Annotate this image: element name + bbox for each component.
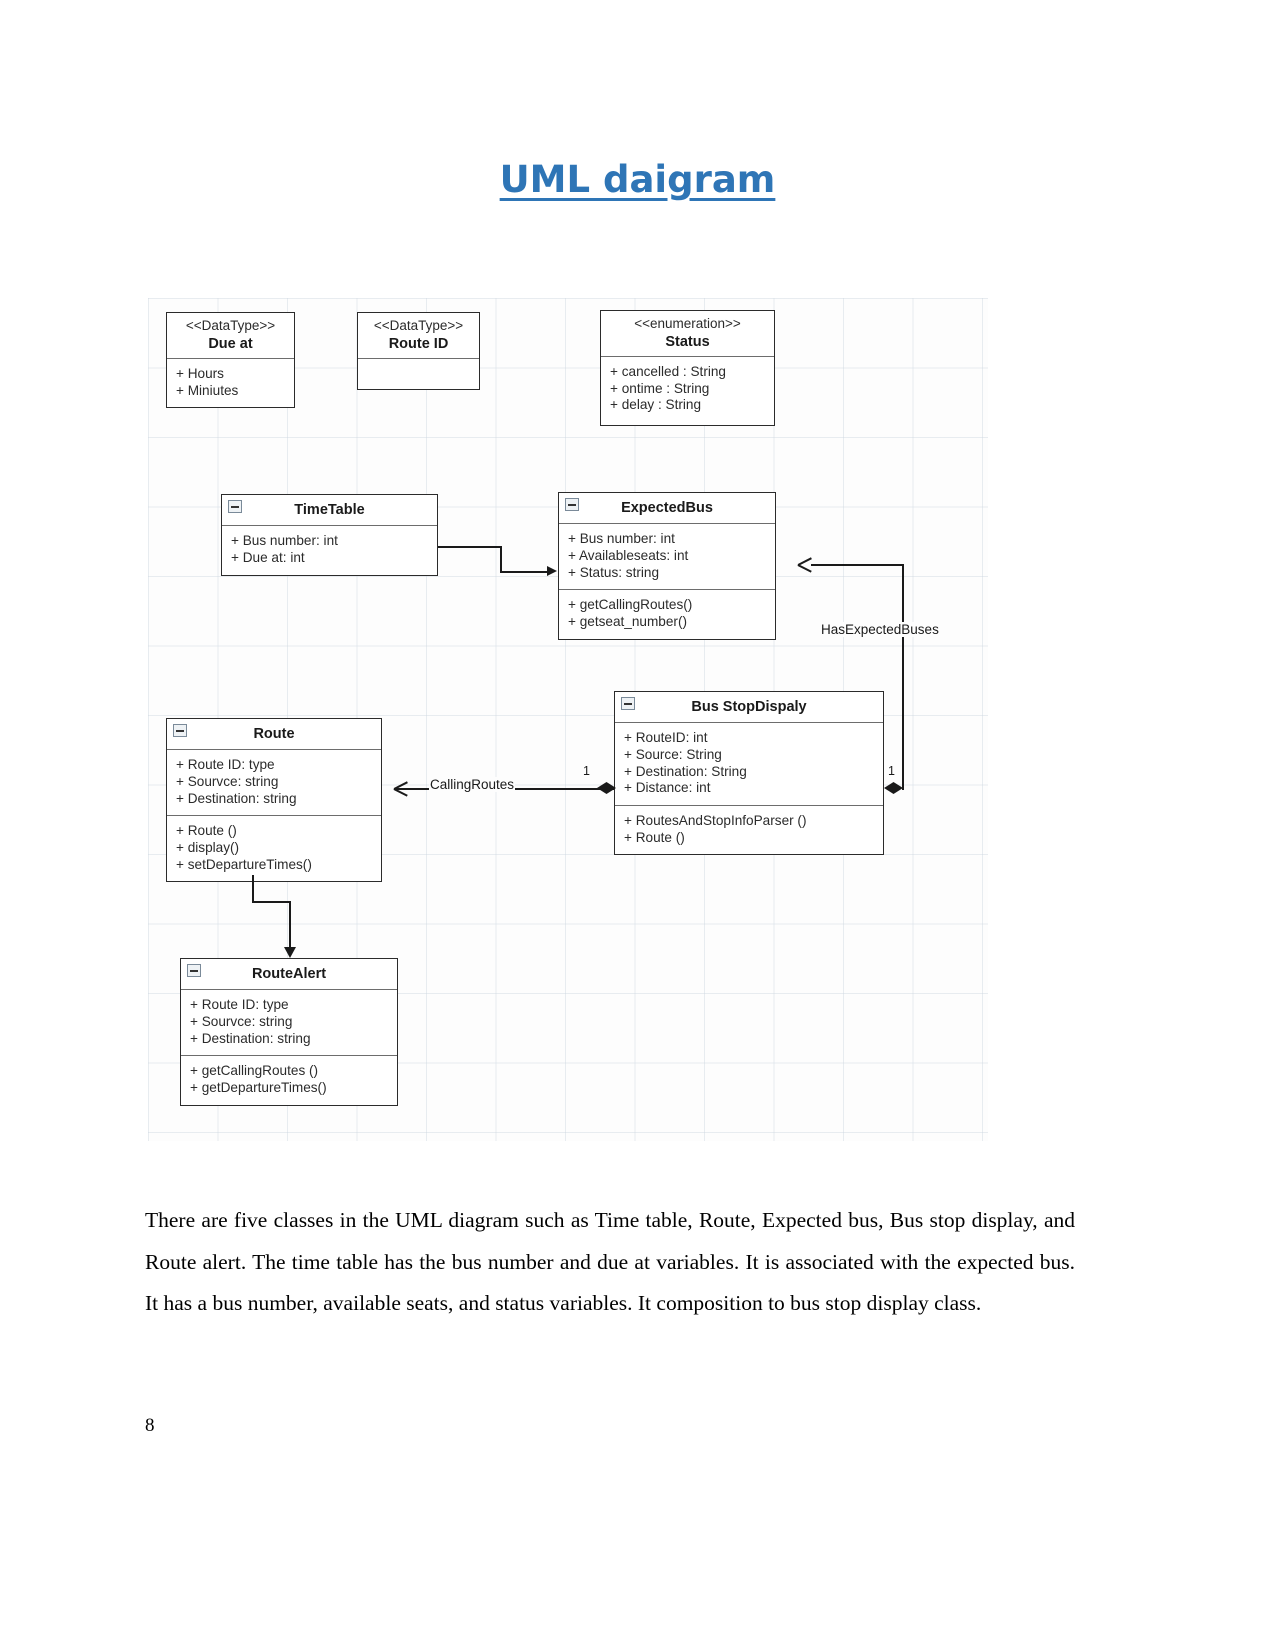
attribute-row: + RouteID: int	[624, 730, 708, 746]
class-attributes-due-at: + Hours + Miniutes	[167, 359, 294, 407]
attribute-row: + Bus number: int	[231, 533, 338, 549]
collapse-icon[interactable]	[228, 500, 242, 513]
class-name-route-id: Route ID	[388, 335, 449, 352]
attribute-row: + Due at: int	[231, 549, 305, 565]
method-row: + Route ()	[624, 829, 685, 845]
collapse-icon[interactable]	[565, 498, 579, 511]
relationship-multiplicity-callingroutes: 1	[583, 764, 590, 778]
class-methods-routealert: + getCallingRoutes () + getDepartureTime…	[181, 1055, 397, 1104]
class-box-expectedbus[interactable]: ExpectedBus + Bus number: int + Availabl…	[558, 492, 776, 640]
connector-hasexpectedbuses-h-bottom	[902, 788, 904, 790]
class-attributes-timetable: + Bus number: int + Due at: int	[222, 526, 437, 574]
class-header-routealert: RouteAlert	[181, 959, 397, 991]
class-attributes-busstopdispaly: + RouteID: int + Source: String + Destin…	[615, 723, 883, 805]
composition-diamond-hasexpectedbuses	[884, 782, 903, 794]
body-paragraph: There are five classes in the UML diagra…	[145, 1208, 1075, 1315]
method-row: + display()	[176, 840, 240, 855]
attribute-row: + delay : String	[610, 397, 702, 413]
attribute-row: + Sourvce: string	[176, 773, 279, 789]
class-box-status[interactable]: <<enumeration>> Status + cancelled : Str…	[600, 310, 775, 426]
method-row: + getDepartureTimes()	[190, 1080, 327, 1095]
page-title: UML daigram	[499, 158, 776, 201]
attribute-row: + Bus number: int	[568, 531, 675, 547]
attribute-row: + Destination: string	[176, 790, 297, 806]
method-row: + setDepartureTimes()	[176, 856, 312, 872]
class-box-routealert[interactable]: RouteAlert + Route ID: type + Sourvce: s…	[180, 958, 398, 1106]
attribute-row: + Route ID: type	[190, 997, 289, 1013]
method-row: + getCallingRoutes ()	[190, 1063, 319, 1079]
class-stereotype-status: <<enumeration>>	[634, 316, 741, 331]
class-name-routealert: RouteAlert	[251, 966, 327, 982]
class-name-route: Route	[253, 726, 295, 742]
relationship-multiplicity-hasexpectedbuses: 1	[888, 764, 895, 778]
connector-route-routealert-h	[252, 901, 290, 903]
class-attributes-route-id	[358, 359, 479, 389]
class-name-status: Status	[665, 333, 710, 350]
class-header-timetable: TimeTable	[222, 495, 437, 527]
collapse-icon[interactable]	[187, 964, 201, 977]
attribute-row: + Availableseats: int	[568, 547, 689, 563]
class-header-expectedbus: ExpectedBus	[559, 493, 775, 525]
class-attributes-expectedbus: + Bus number: int + Availableseats: int …	[559, 524, 775, 589]
method-row: + getseat_number()	[568, 614, 688, 629]
relationship-label-callingroutes: CallingRoutes	[429, 777, 516, 792]
attribute-row: + Distance: int	[624, 780, 711, 796]
arrowhead-to-routealert	[284, 947, 296, 958]
class-header-route-id: <<DataType>> Route ID	[358, 313, 479, 359]
class-methods-route: + Route () + display() + setDepartureTim…	[167, 815, 381, 881]
connector-route-routealert-v1	[252, 875, 254, 902]
method-row: + Route ()	[176, 823, 237, 839]
class-attributes-status: + cancelled : String + ontime : String +…	[601, 357, 774, 425]
class-box-timetable[interactable]: TimeTable + Bus number: int + Due at: in…	[221, 494, 438, 576]
relationship-label-hasexpectedbuses: HasExpectedBuses	[820, 622, 940, 637]
page-number: 8	[145, 1415, 155, 1436]
class-header-status: <<enumeration>> Status	[601, 311, 774, 357]
connector-hasexpectedbuses-v	[902, 564, 904, 788]
class-header-busstopdispaly: Bus StopDispaly	[615, 692, 883, 724]
uml-class-diagram: <<DataType>> Due at + Hours + Miniutes <…	[148, 298, 988, 1141]
attribute-row: + Miniutes	[176, 382, 239, 398]
attribute-row: + Destination: string	[190, 1030, 311, 1046]
attribute-row: + Source: String	[624, 746, 722, 762]
class-attributes-route: + Route ID: type + Sourvce: string + Des…	[167, 750, 381, 815]
attribute-row: + Sourvce: string	[190, 1013, 293, 1029]
attribute-row: + Status: string	[568, 564, 660, 580]
class-box-route[interactable]: Route + Route ID: type + Sourvce: string…	[166, 718, 382, 883]
class-name-due-at: Due at	[208, 335, 253, 352]
class-stereotype-due-at: <<DataType>>	[185, 318, 276, 333]
attribute-row: + ontime : String	[610, 380, 710, 396]
connector-timetable-expectedbus-h2	[500, 571, 548, 573]
arrowhead-to-expectedbus	[547, 566, 557, 576]
connector-hasexpectedbuses-h-top	[811, 564, 903, 566]
class-attributes-routealert: + Route ID: type + Sourvce: string + Des…	[181, 990, 397, 1055]
collapse-icon[interactable]	[173, 724, 187, 737]
class-box-busstopdispaly[interactable]: Bus StopDispaly + RouteID: int + Source:…	[614, 691, 884, 856]
attribute-row: + Route ID: type	[176, 757, 275, 773]
attribute-row: + Destination: String	[624, 763, 747, 779]
class-name-expectedbus: ExpectedBus	[621, 500, 713, 516]
class-box-due-at[interactable]: <<DataType>> Due at + Hours + Miniutes	[166, 312, 295, 409]
method-row: + getCallingRoutes()	[568, 597, 693, 613]
class-header-route: Route	[167, 719, 381, 751]
attribute-row: + Hours	[176, 366, 224, 381]
method-row: + RoutesAndStopInfoParser ()	[624, 813, 807, 828]
class-stereotype-route-id: <<DataType>>	[373, 318, 464, 333]
class-name-busstopdispaly: Bus StopDispaly	[691, 699, 807, 715]
class-methods-busstopdispaly: + RoutesAndStopInfoParser () + Route ()	[615, 805, 883, 854]
connector-timetable-expectedbus-h1	[438, 546, 501, 548]
document-page: UML daigram <<DataType>> Due at + Hours …	[0, 0, 1275, 1650]
arrowhead-open-to-expectedbus	[798, 557, 812, 572]
class-name-timetable: TimeTable	[294, 502, 365, 518]
class-header-due-at: <<DataType>> Due at	[167, 313, 294, 359]
collapse-icon[interactable]	[621, 697, 635, 710]
arrowhead-open-to-route	[394, 781, 408, 796]
class-box-route-id[interactable]: <<DataType>> Route ID	[357, 312, 480, 390]
class-methods-expectedbus: + getCallingRoutes() + getseat_number()	[559, 589, 775, 638]
connector-route-routealert-v2	[289, 901, 291, 948]
connector-timetable-expectedbus-v	[500, 546, 502, 572]
attribute-row: + cancelled : String	[610, 364, 726, 379]
